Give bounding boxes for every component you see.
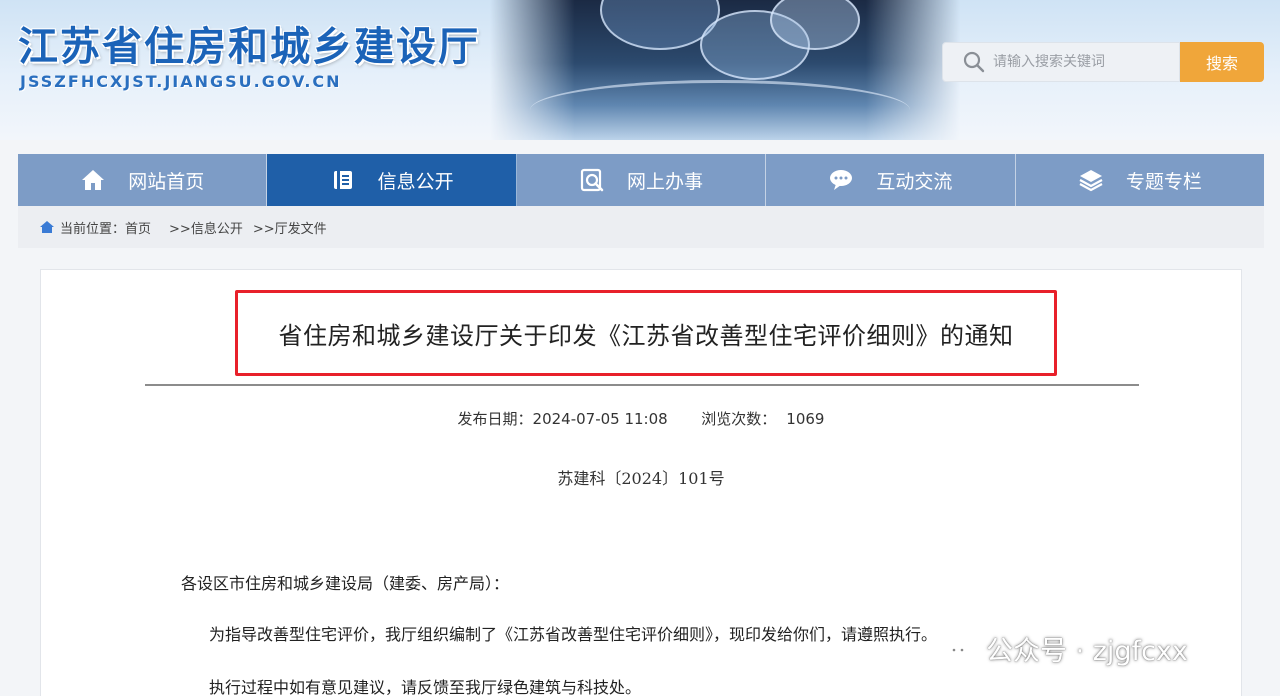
- search-icon: [961, 49, 987, 75]
- wechat-icon: [932, 633, 970, 661]
- salutation: 各设区市住房和城乡建设局（建委、房产局）：: [181, 574, 510, 593]
- site-domain: JSSZFHCXJST.JIANGSU.GOV.CN: [20, 72, 342, 91]
- site-header: 江苏省住房和城乡建设厅 JSSZFHCXJST.JIANGSU.GOV.CN 搜…: [0, 0, 1280, 140]
- views-count: 1069: [786, 410, 825, 428]
- paragraph: 为指导改善型住宅评价，我厅组织编制了《江苏省改善型住宅评价细则》，现印发给你们，…: [209, 625, 938, 644]
- paragraph: 执行过程中如有意见建议，请反馈至我厅绿色建筑与科技处。: [209, 678, 642, 696]
- online-service-icon: [579, 167, 605, 193]
- nav-item-special-topics[interactable]: 专题专栏: [1016, 154, 1264, 206]
- document-icon: [330, 167, 356, 193]
- publish-date: 2024-07-05 11:08: [532, 410, 668, 428]
- title-divider: [145, 384, 1139, 386]
- title-highlight-box: 省住房和城乡建设厅关于印发《江苏省改善型住宅评价细则》的通知: [235, 290, 1057, 376]
- publish-date-label: 发布日期：: [457, 410, 533, 428]
- nav-item-home[interactable]: 网站首页: [18, 154, 268, 206]
- views-label: 浏览次数：: [701, 410, 777, 428]
- home-icon: [80, 167, 106, 193]
- breadcrumb-dept-documents[interactable]: >>厅发文件: [253, 218, 327, 237]
- search-input[interactable]: [993, 54, 1173, 70]
- nav-item-info-disclosure[interactable]: 信息公开: [267, 154, 517, 206]
- nav-item-label: 互动交流: [876, 170, 953, 193]
- layers-icon: [1078, 167, 1104, 193]
- search-button[interactable]: 搜索: [1180, 42, 1264, 82]
- document-number: 苏建科〔2024〕101号: [557, 469, 725, 488]
- wechat-watermark: 公众号 · zjgfcxx: [932, 628, 1188, 668]
- article-title: 省住房和城乡建设厅关于印发《江苏省改善型住宅评价细则》的通知: [278, 321, 1014, 350]
- main-nav: 网站首页 信息公开 网上办事 互动交流 专题专栏: [18, 154, 1264, 206]
- article-meta: 发布日期：2024-07-05 11:08 浏览次数： 1069: [41, 408, 1241, 429]
- breadcrumb: 当前位置： 首页 >>信息公开 >>厅发文件: [18, 206, 1264, 248]
- watermark-text: 公众号 · zjgfcxx: [986, 635, 1188, 667]
- location-home-icon: [40, 220, 54, 234]
- nav-item-interaction[interactable]: 互动交流: [766, 154, 1016, 206]
- site-title[interactable]: 江苏省住房和城乡建设厅: [18, 14, 480, 72]
- chat-icon: [828, 167, 854, 193]
- breadcrumb-prefix: 当前位置：: [60, 221, 126, 237]
- breadcrumb-home[interactable]: 首页: [125, 218, 151, 237]
- header-banner-image: [490, 0, 960, 140]
- breadcrumb-info-disclosure[interactable]: >>信息公开: [169, 218, 243, 237]
- nav-item-label: 专题专栏: [1125, 170, 1202, 193]
- nav-item-online-service[interactable]: 网上办事: [517, 154, 767, 206]
- search-box: [942, 42, 1180, 82]
- nav-item-label: 信息公开: [377, 170, 454, 193]
- nav-item-label: 网上办事: [627, 170, 704, 193]
- nav-item-label: 网站首页: [128, 170, 205, 193]
